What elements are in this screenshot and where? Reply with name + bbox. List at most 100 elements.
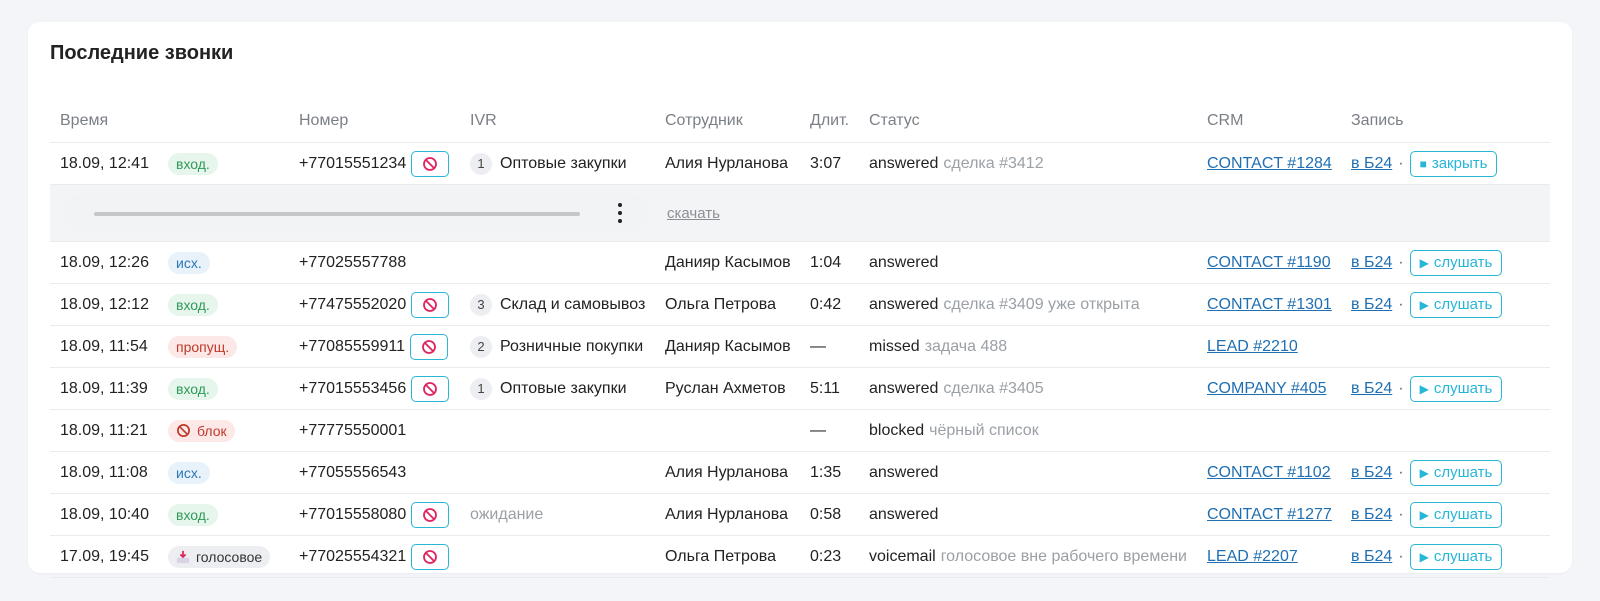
crm-link[interactable]: CONTACT #1277 — [1207, 506, 1332, 524]
call-time: 18.09, 11:54 — [60, 337, 148, 355]
employee-name: Руслан Ахметов — [665, 379, 786, 397]
block-number-button[interactable] — [411, 150, 450, 177]
table-row: 18.09, 11:54 пропущ. +77085559911 2 Розничны… — [50, 326, 1550, 368]
block-icon — [421, 339, 437, 355]
play-record-button[interactable]: ▶ слушать — [1409, 249, 1503, 276]
call-duration: 0:58 — [810, 505, 842, 523]
col-ivr: IVR — [470, 112, 497, 129]
call-status: answered — [869, 379, 939, 397]
call-status: answered — [869, 154, 939, 172]
col-duration: Длит. — [810, 112, 850, 129]
ivr-option-label: Розничные покупки — [500, 337, 644, 355]
phone-number-cell: +77025557788 — [299, 242, 406, 283]
ivr-option-number: 3 — [470, 293, 492, 316]
call-time: 18.09, 10:40 — [60, 505, 149, 523]
ivr-cell: ожидание — [470, 494, 543, 535]
more-options-icon[interactable] — [610, 203, 630, 223]
play-icon: ▶ — [1419, 381, 1429, 396]
block-number-button[interactable] — [411, 375, 450, 402]
open-in-b24-link[interactable]: в Б24 — [1351, 380, 1392, 398]
block-number-button[interactable] — [411, 543, 450, 570]
status-cell: answered — [869, 242, 938, 283]
call-status: blocked — [869, 421, 925, 439]
separator-dot: · — [1398, 463, 1404, 481]
open-in-b24-link[interactable]: в Б24 — [1351, 155, 1392, 173]
status-cell: answered сделка #3412 — [869, 143, 1044, 184]
employee-name: Алия Нурланова — [665, 505, 788, 523]
audio-player[interactable] — [62, 194, 650, 232]
block-number-button[interactable] — [411, 291, 450, 318]
call-type-label: голосовое — [196, 548, 263, 565]
call-type-label: блок — [197, 422, 227, 439]
open-in-b24-link[interactable]: в Б24 — [1351, 254, 1392, 272]
table-row: 18.09, 10:40 вход. +77015558080 ожидание Али… — [50, 494, 1550, 536]
separator-dot: · — [1398, 253, 1404, 271]
status-cell: answered сделка #3409 уже открыта — [869, 284, 1140, 325]
open-in-b24-link[interactable]: в Б24 — [1351, 296, 1392, 314]
record-cell: в Б24 · ▶ слушать — [1351, 368, 1503, 409]
phone-number-cell: +77025554321 — [299, 536, 450, 577]
col-number: Номер — [299, 112, 349, 129]
close-player-button[interactable]: ■ закрыть — [1409, 150, 1498, 177]
ivr-option-number: 1 — [470, 377, 492, 400]
record-cell: в Б24 · ▶ слушать — [1351, 452, 1503, 493]
play-icon: ▶ — [1419, 549, 1429, 564]
play-record-button[interactable]: ▶ слушать — [1409, 459, 1503, 486]
play-record-button[interactable]: ▶ слушать — [1409, 501, 1503, 528]
crm-link[interactable]: CONTACT #1284 — [1207, 155, 1332, 173]
call-duration: 3:07 — [810, 154, 842, 172]
call-type-badge: вход. — [168, 503, 218, 526]
crm-link[interactable]: CONTACT #1190 — [1207, 254, 1331, 272]
phone-number: +77085559911 — [299, 337, 406, 355]
play-record-button[interactable]: ▶ слушать — [1409, 375, 1503, 402]
download-link[interactable]: скачать — [667, 185, 720, 241]
phone-number: +77015551234 — [299, 154, 407, 172]
call-type-badge: исх. — [168, 251, 210, 274]
record-cell: в Б24 · ■ закрыть — [1351, 143, 1498, 184]
call-duration: — — [810, 421, 826, 439]
play-icon: ▶ — [1419, 465, 1429, 480]
table-row: 18.09, 12:12 вход. +77475552020 3 Склад и са… — [50, 284, 1550, 326]
block-icon — [422, 381, 438, 397]
call-type-badge: вход. — [168, 152, 218, 175]
separator-dot: · — [1398, 505, 1404, 523]
call-time: 17.09, 19:45 — [60, 547, 149, 565]
status-cell: blocked чёрный список — [869, 410, 1039, 451]
call-duration: 5:11 — [810, 379, 840, 397]
call-duration: — — [810, 337, 826, 355]
employee-name: Алия Нурланова — [665, 154, 788, 172]
call-time: 18.09, 11:39 — [60, 379, 148, 397]
status-note: задача 488 — [924, 337, 1008, 355]
status-cell: voicemail голосовое вне рабочего времени — [869, 536, 1187, 577]
record-action-label: слушать — [1433, 464, 1493, 481]
audio-progress-track[interactable] — [94, 212, 580, 216]
call-type-cell: вход. — [168, 368, 218, 409]
play-record-button[interactable]: ▶ слушать — [1409, 291, 1503, 318]
ivr-option-number: 1 — [470, 152, 492, 175]
block-number-button[interactable] — [410, 333, 449, 360]
call-type-badge: пропущ. — [168, 335, 238, 358]
ivr-option-label: Оптовые закупки — [500, 379, 627, 397]
open-in-b24-link[interactable]: в Б24 — [1351, 506, 1392, 524]
open-in-b24-link[interactable]: в Б24 — [1351, 464, 1392, 482]
ivr-cell: 1 Оптовые закупки — [470, 143, 627, 184]
employee-name: Данияр Касымов — [665, 253, 791, 271]
crm-link[interactable]: LEAD #2207 — [1207, 548, 1298, 566]
crm-link[interactable]: CONTACT #1102 — [1207, 464, 1331, 482]
call-status: answered — [869, 253, 939, 271]
call-type-label: вход. — [176, 380, 210, 397]
block-number-button[interactable] — [411, 501, 450, 528]
col-record: Запись — [1351, 112, 1404, 129]
call-status: answered — [869, 295, 939, 313]
open-in-b24-link[interactable]: в Б24 — [1351, 548, 1392, 566]
call-type-cell: пропущ. — [168, 326, 238, 367]
crm-link[interactable]: COMPANY #405 — [1207, 380, 1326, 398]
ivr-option-label: ожидание — [470, 505, 544, 523]
table-row: 18.09, 11:39 вход. +77015553456 1 Оптовые за… — [50, 368, 1550, 410]
crm-cell: CONTACT #1190 — [1207, 242, 1331, 283]
crm-link[interactable]: CONTACT #1301 — [1207, 296, 1332, 314]
table-row: 17.09, 19:45 голосовое +77025554321 Ольга П… — [50, 536, 1550, 578]
play-record-button[interactable]: ▶ слушать — [1409, 543, 1503, 570]
crm-link[interactable]: LEAD #2210 — [1207, 338, 1298, 356]
status-cell: answered — [869, 494, 938, 535]
